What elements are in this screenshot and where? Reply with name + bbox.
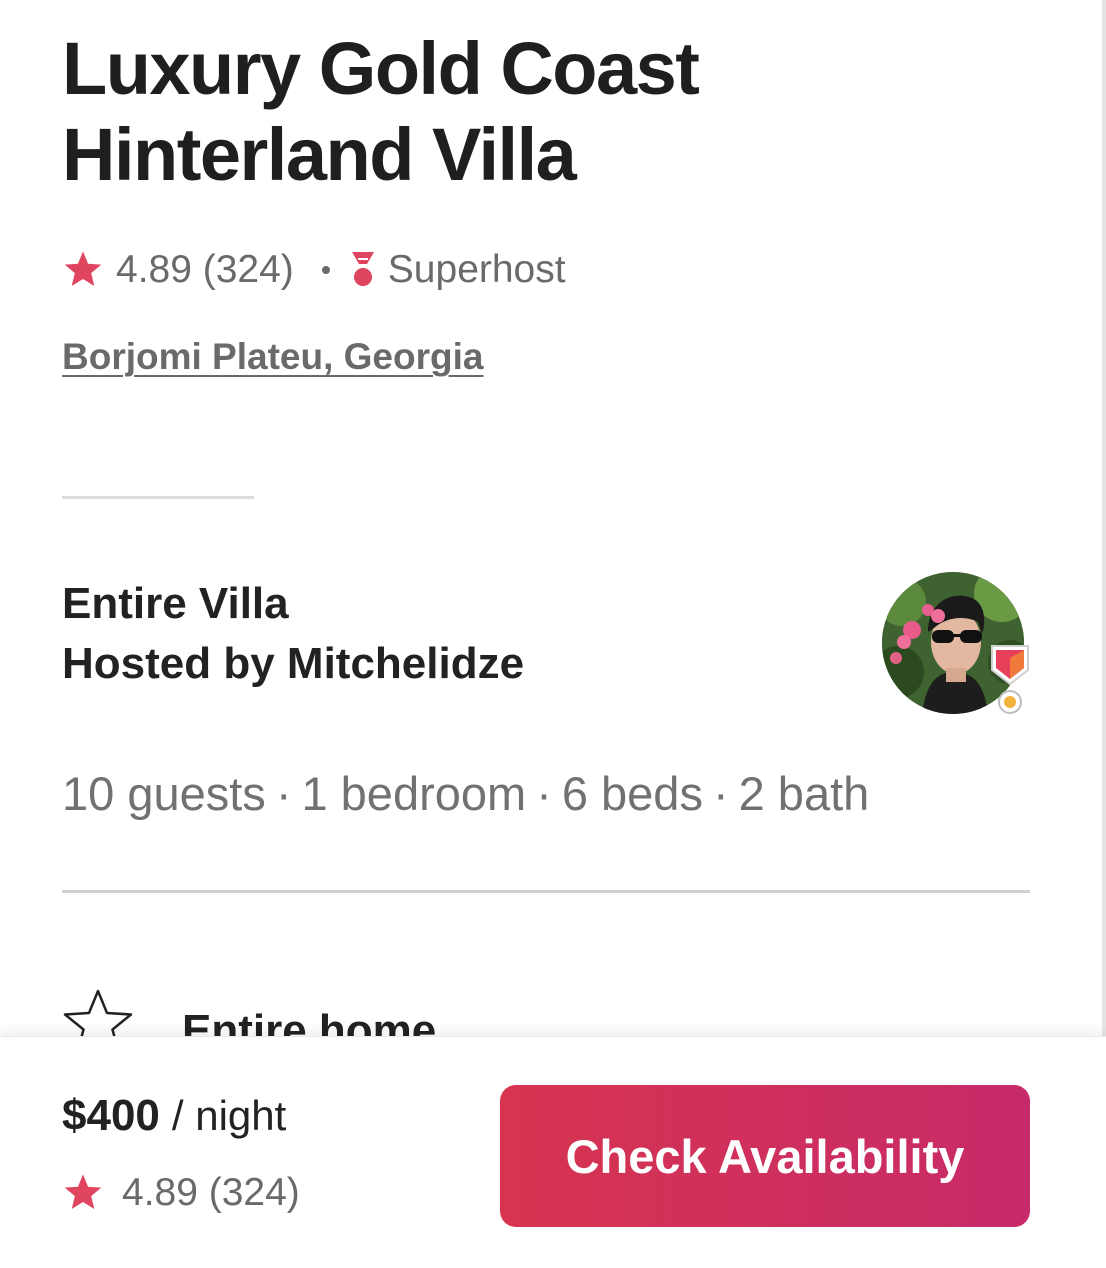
superhost-medal-icon: [350, 250, 376, 290]
listing-title-line-2: Hinterland Villa: [62, 113, 577, 196]
rating-score: 4.89: [116, 248, 192, 291]
footer-rating-score: 4.89: [122, 1171, 198, 1214]
bath-count: 2 bath: [738, 767, 870, 820]
scrollbar[interactable]: [1102, 0, 1106, 1040]
superhost-label: Superhost: [387, 248, 566, 291]
location-link[interactable]: Borjomi Plateu, Georgia: [62, 336, 483, 378]
rating-row: 4.89 (324) Superhost: [62, 246, 566, 294]
star-icon: [62, 1173, 104, 1213]
bedroom-count: 1 bedroom: [301, 767, 527, 820]
listing-stats: 10 guests · 1 bedroom · 6 beds · 2 bath: [62, 766, 869, 821]
price-unit: / night: [171, 1092, 287, 1139]
footer-rating: 4.89 (324): [62, 1171, 300, 1215]
stats-separator: ·: [712, 767, 729, 820]
host-summary: Entire Villa Hosted by Mitchelidze: [62, 574, 524, 694]
stats-separator: ·: [536, 767, 552, 820]
section-divider: [62, 890, 1030, 893]
review-count: (324): [202, 248, 294, 291]
price-line: $400/ night: [62, 1091, 286, 1141]
listing-page: Luxury Gold Coast Hinterland Villa 4.89 …: [0, 0, 1106, 1268]
dot-separator: [321, 266, 330, 274]
bed-count: 6 beds: [561, 767, 703, 820]
stats-separator: ·: [275, 767, 292, 820]
booking-footer: $400/ night 4.89 (324) Check Availabilit…: [0, 1036, 1106, 1268]
hosted-by: Hosted by Mitchelidze: [62, 639, 525, 688]
superhost-badge-icon: [988, 640, 1032, 716]
footer-review-count: (324): [208, 1171, 300, 1214]
property-type: Entire Villa: [62, 579, 289, 628]
check-availability-button[interactable]: Check Availability: [500, 1085, 1030, 1227]
guest-count: 10 guests: [62, 767, 266, 820]
rating-value: 4.89 (324): [116, 248, 294, 292]
section-divider-short: [62, 496, 254, 499]
nightly-price: $400: [62, 1091, 160, 1140]
star-icon: [62, 250, 104, 290]
listing-title: Luxury Gold Coast Hinterland Villa: [62, 26, 700, 198]
footer-rating-value: 4.89 (324): [122, 1171, 300, 1215]
listing-title-line-1: Luxury Gold Coast: [62, 27, 700, 110]
